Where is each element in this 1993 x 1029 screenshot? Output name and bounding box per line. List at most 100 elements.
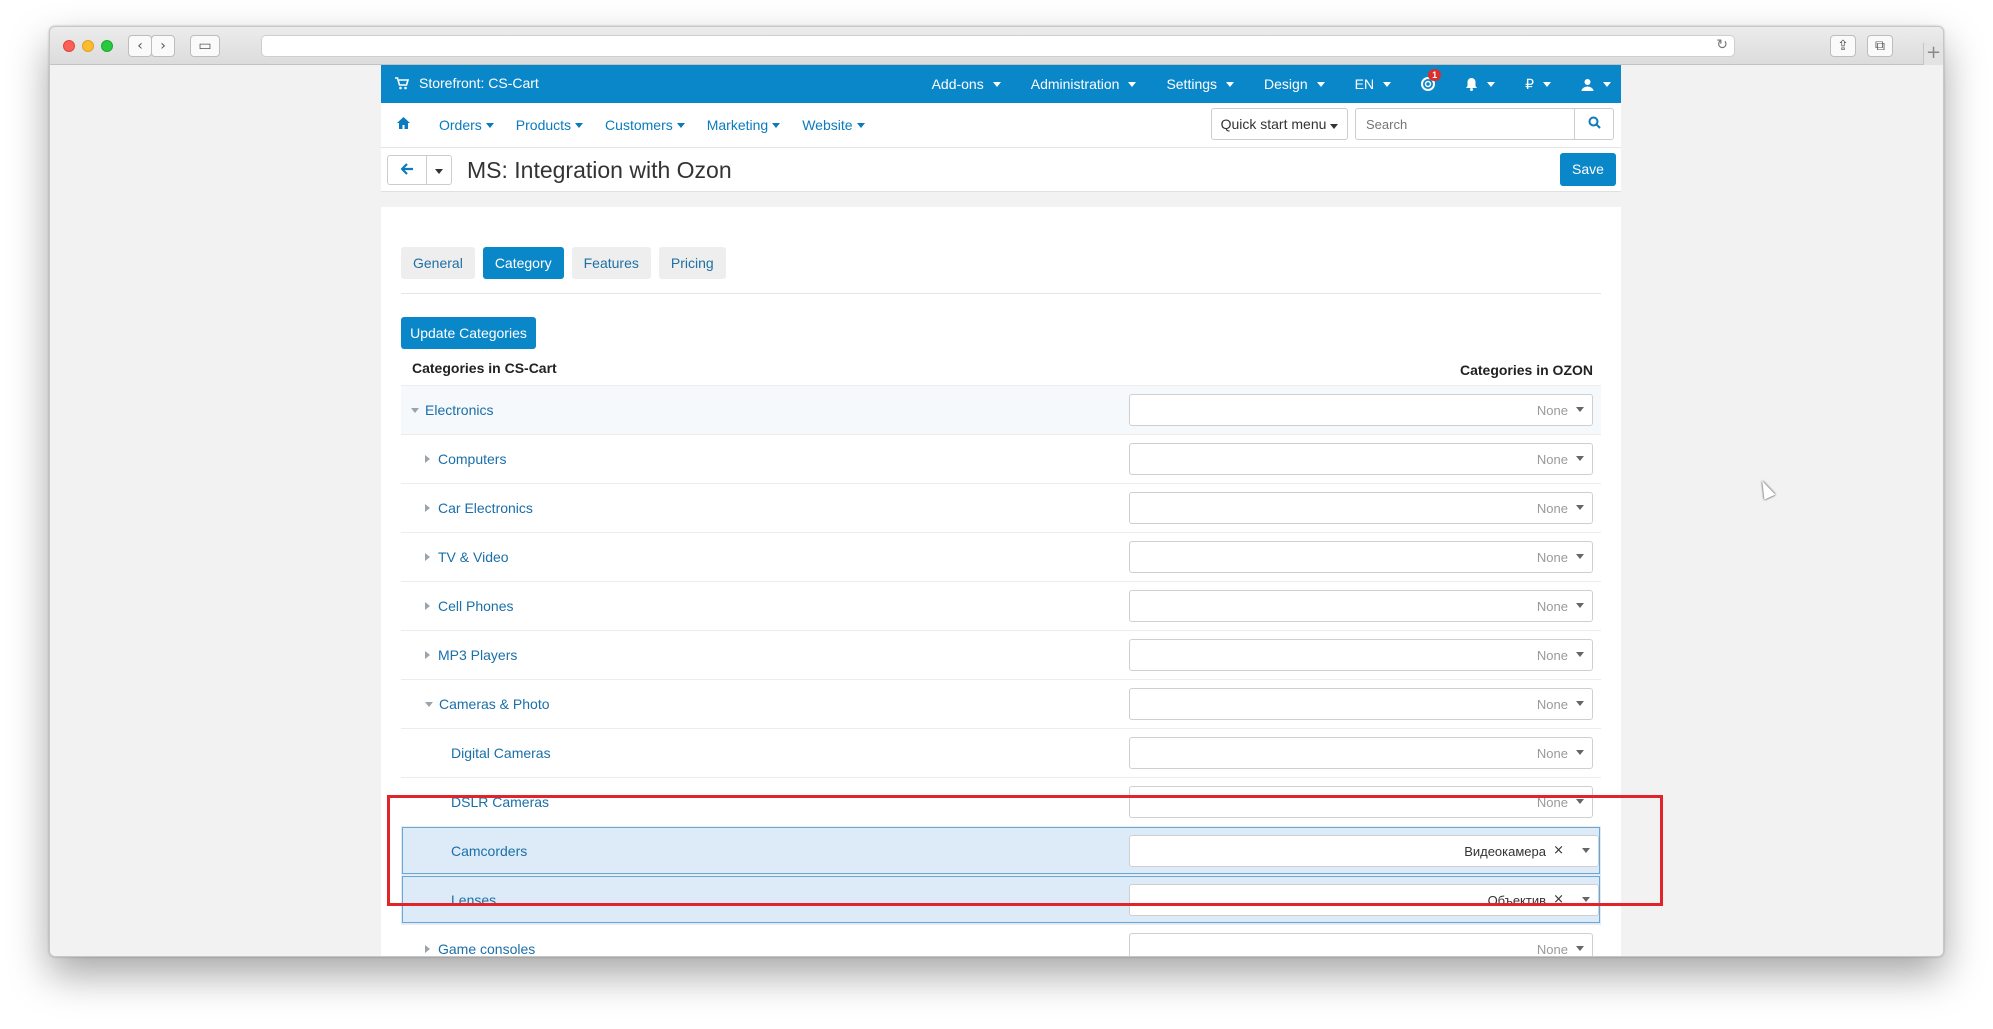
topbar-item-profile[interactable] [1581, 78, 1611, 91]
home-icon[interactable] [396, 116, 411, 130]
table-row: Digital Cameras None [401, 728, 1601, 777]
storefront-link[interactable]: Storefront: CS-Cart [395, 75, 539, 91]
topbar-item-updates[interactable]: 1 [1421, 69, 1442, 91]
nav-item-website[interactable]: Website [802, 117, 865, 133]
ozon-category-select[interactable]: None [1129, 639, 1593, 671]
topbar-item-design[interactable]: Design [1264, 76, 1325, 92]
expand-icon[interactable] [425, 651, 430, 659]
chevron-down-icon [856, 122, 865, 128]
minimize-window-button[interactable] [82, 40, 94, 52]
chevron-down-icon [1576, 456, 1584, 461]
column-header-cscart: Categories in CS-Cart [412, 360, 557, 376]
new-tab-icon[interactable]: + [1923, 43, 1943, 65]
ozon-category-select[interactable]: None [1129, 541, 1593, 573]
topbar-item-addons[interactable]: Add-ons [932, 76, 1001, 92]
expand-icon[interactable] [425, 455, 430, 463]
ozon-category-select[interactable]: None [1129, 492, 1593, 524]
search-input[interactable] [1355, 108, 1575, 140]
topbar-item-language[interactable]: EN [1355, 76, 1392, 92]
chevron-down-icon [1543, 81, 1551, 87]
category-link[interactable]: Computers [425, 451, 506, 467]
chevron-down-icon [1576, 946, 1584, 951]
arrow-left-icon [399, 163, 413, 175]
topbar-item-settings[interactable]: Settings [1166, 76, 1235, 92]
back-button[interactable] [387, 155, 427, 185]
nav-item-marketing[interactable]: Marketing [707, 117, 781, 133]
ozon-category-select[interactable]: None [1129, 688, 1593, 720]
expand-icon[interactable] [425, 553, 430, 561]
expand-icon[interactable] [425, 602, 430, 610]
expand-icon[interactable] [425, 945, 430, 953]
chevron-down-icon [435, 169, 443, 174]
category-link[interactable]: TV & Video [425, 549, 509, 565]
chevron-down-icon [1330, 124, 1339, 129]
zoom-window-button[interactable] [101, 40, 113, 52]
chevron-down-icon [1487, 81, 1496, 87]
quick-start-menu-button[interactable]: Quick start menu [1211, 108, 1348, 140]
ozon-category-select[interactable]: None [1129, 786, 1593, 818]
category-link[interactable]: Lenses [451, 892, 496, 908]
ozon-category-select[interactable]: None [1129, 443, 1593, 475]
nav-item-orders[interactable]: Orders [439, 117, 494, 133]
sidebar-toggle-icon[interactable]: ▭ [190, 35, 220, 57]
category-table: Electronics None Computers None Car Elec… [401, 385, 1601, 956]
chevron-down-icon [1576, 750, 1584, 755]
search-button[interactable] [1574, 108, 1614, 140]
back-dropdown-button[interactable] [426, 155, 452, 185]
table-row-highlighted: Camcorders Видеокамера × [401, 826, 1601, 875]
share-icon[interactable]: ⇪ [1830, 35, 1856, 57]
category-link[interactable]: Camcorders [451, 843, 527, 859]
chevron-down-icon [485, 122, 494, 128]
chevron-down-icon [1582, 897, 1590, 902]
topbar-item-administration[interactable]: Administration [1031, 76, 1137, 92]
forward-nav-icon[interactable]: › [151, 35, 175, 57]
ozon-category-select[interactable]: Видеокамера × [1129, 835, 1599, 867]
nav-item-products[interactable]: Products [516, 117, 584, 133]
tabs-overview-icon[interactable]: ⧉ [1867, 35, 1893, 57]
table-row: Car Electronics None [401, 483, 1601, 532]
chevron-down-icon [1576, 407, 1584, 412]
ozon-category-select[interactable]: Объектив × [1129, 884, 1599, 916]
reload-icon[interactable]: ↻ [1716, 37, 1728, 53]
category-link[interactable]: Digital Cameras [451, 745, 551, 761]
back-nav-icon[interactable]: ‹ [128, 35, 152, 57]
ozon-category-select[interactable]: None [1129, 933, 1593, 956]
tab-pricing[interactable]: Pricing [658, 247, 726, 279]
expand-icon[interactable] [425, 504, 430, 512]
category-link[interactable]: Electronics [411, 402, 493, 418]
ozon-category-select[interactable]: None [1129, 737, 1593, 769]
tab-features[interactable]: Features [571, 247, 651, 279]
collapse-icon[interactable] [411, 407, 419, 413]
update-categories-button[interactable]: Update Categories [401, 317, 536, 349]
chevron-down-icon [1128, 81, 1137, 87]
close-window-button[interactable] [63, 40, 75, 52]
admin-app: Storefront: CS-Cart Add-ons Administrati… [381, 65, 1621, 956]
clear-selection-icon[interactable]: × [1553, 843, 1564, 858]
topbar-item-currency[interactable]: ₽ [1525, 76, 1551, 93]
ozon-category-select[interactable]: None [1129, 394, 1593, 426]
nav-item-customers[interactable]: Customers [605, 117, 685, 133]
category-link[interactable]: Cameras & Photo [425, 696, 550, 712]
category-link[interactable]: MP3 Players [425, 647, 517, 663]
collapse-icon[interactable] [425, 701, 433, 707]
admin-topbar: Storefront: CS-Cart Add-ons Administrati… [381, 65, 1621, 103]
clear-selection-icon[interactable]: × [1553, 892, 1564, 907]
browser-titlebar: ‹ › ▭ ↻ ⇪ ⧉ + [50, 27, 1943, 65]
table-row: TV & Video None [401, 532, 1601, 581]
category-link[interactable]: Cell Phones [425, 598, 514, 614]
address-bar[interactable]: ↻ [261, 35, 1735, 57]
save-button[interactable]: Save [1560, 153, 1616, 186]
chevron-down-icon [1603, 81, 1611, 87]
ozon-category-select[interactable]: None [1129, 590, 1593, 622]
category-link[interactable]: Car Electronics [425, 500, 533, 516]
chevron-down-icon [676, 122, 685, 128]
chevron-down-icon [1226, 81, 1235, 87]
category-link[interactable]: Game consoles [425, 941, 535, 956]
topbar-item-notifications[interactable] [1465, 77, 1496, 91]
storefront-label: Storefront: CS-Cart [419, 75, 539, 91]
column-header-ozon: Categories in OZON [1459, 362, 1593, 378]
tab-general[interactable]: General [401, 247, 475, 279]
tab-category[interactable]: Category [482, 247, 564, 279]
user-icon [1581, 78, 1594, 91]
category-link[interactable]: DSLR Cameras [451, 794, 549, 810]
